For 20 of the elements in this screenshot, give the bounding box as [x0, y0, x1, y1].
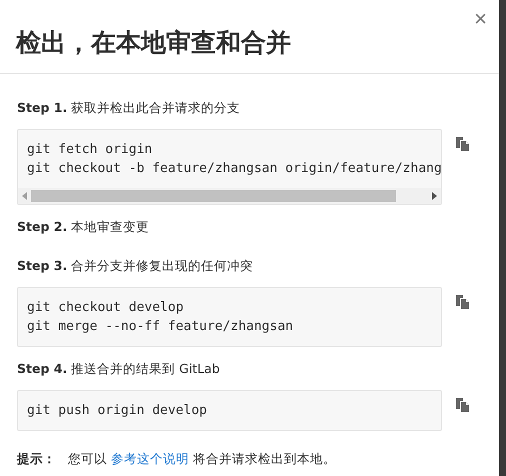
- copy-icon: [456, 295, 469, 309]
- close-button[interactable]: ×: [474, 8, 487, 30]
- scroll-right-icon[interactable]: [432, 192, 437, 200]
- scroll-bar[interactable]: [18, 188, 441, 204]
- dialog-title: 检出，在本地审查和合并: [16, 27, 291, 59]
- step-text: Step 1. 获取并检出此合并请求的分支: [17, 100, 242, 117]
- copy-button[interactable]: [456, 398, 469, 412]
- code-text: git fetch origin git checkout -b feature/zhangsan origin/feature/zhang: [26, 141, 441, 178]
- copy-icon: [456, 398, 469, 412]
- hint-label: 提示：: [17, 451, 56, 468]
- step-text: Step 4. 推送合并的结果到 GitLab: [17, 361, 221, 378]
- step-text: Step 2. 本地审查变更: [17, 219, 150, 236]
- copy-button[interactable]: [456, 295, 469, 309]
- hint-text: 您可以 参考这个说明 将合并请求检出到本地。: [68, 451, 336, 468]
- copy-button[interactable]: [456, 137, 469, 151]
- copy-icon: [456, 137, 469, 151]
- instructions-link[interactable]: 参考这个说明: [110, 451, 189, 466]
- code-text: git checkout develop git merge --no-ff feature/zhangsan: [26, 299, 294, 336]
- code-text: git push origin develop: [26, 402, 208, 420]
- step-text: Step 3. 合并分支并修复出现的任何冲突: [17, 258, 254, 275]
